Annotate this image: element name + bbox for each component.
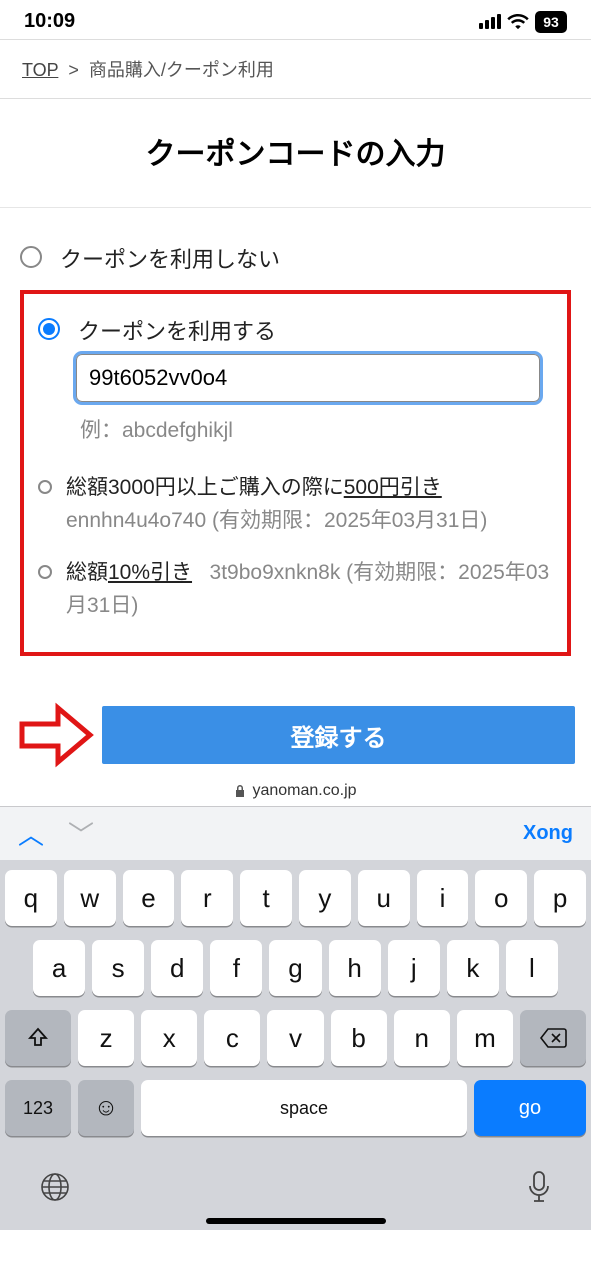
home-indicator[interactable] xyxy=(206,1218,386,1224)
url-bar[interactable]: yanoman.co.jp xyxy=(0,776,591,806)
breadcrumb-top-link[interactable]: TOP xyxy=(22,60,58,80)
key-r[interactable]: r xyxy=(181,870,233,926)
submit-row: 登録する xyxy=(0,672,591,776)
breadcrumb-current: 商品購入/クーポン利用 xyxy=(89,60,274,80)
coupon-options: クーポンを利用しない クーポンを利用する 例：abcdefghikjl 総額30… xyxy=(0,208,591,672)
key-i[interactable]: i xyxy=(417,870,469,926)
radio-unchecked-icon[interactable] xyxy=(20,246,42,268)
next-field-button[interactable]: ﹀ xyxy=(68,815,94,852)
key-m[interactable]: m xyxy=(457,1010,513,1066)
key-x[interactable]: x xyxy=(141,1010,197,1066)
key-e[interactable]: e xyxy=(123,870,175,926)
submit-button[interactable]: 登録する xyxy=(102,706,575,764)
key-t[interactable]: t xyxy=(240,870,292,926)
coupon-choice-1[interactable]: 総額3000円以上ご購入の際に500円引き ennhn4u4o740 (有効期限… xyxy=(32,462,559,547)
key-v[interactable]: v xyxy=(267,1010,323,1066)
key-z[interactable]: z xyxy=(78,1010,134,1066)
key-p[interactable]: p xyxy=(534,870,586,926)
key-q[interactable]: q xyxy=(5,870,57,926)
radio-small-icon[interactable] xyxy=(38,480,52,494)
key-f[interactable]: f xyxy=(210,940,262,996)
mic-key[interactable] xyxy=(526,1170,552,1204)
key-a[interactable]: a xyxy=(33,940,85,996)
numbers-key[interactable]: 123 xyxy=(5,1080,71,1136)
highlighted-coupon-section: クーポンを利用する 例：abcdefghikjl 総額3000円以上ご購入の際に… xyxy=(20,290,571,656)
lock-icon xyxy=(234,784,246,798)
key-k[interactable]: k xyxy=(447,940,499,996)
key-d[interactable]: d xyxy=(151,940,203,996)
key-h[interactable]: h xyxy=(329,940,381,996)
go-key[interactable]: go xyxy=(474,1080,586,1136)
key-y[interactable]: y xyxy=(299,870,351,926)
key-u[interactable]: u xyxy=(358,870,410,926)
radio-small-icon[interactable] xyxy=(38,565,52,579)
breadcrumb: TOP > 商品購入/クーポン利用 xyxy=(0,39,591,99)
coupon-code-input[interactable] xyxy=(76,354,540,402)
radio-checked-icon[interactable] xyxy=(38,318,60,340)
key-w[interactable]: w xyxy=(64,870,116,926)
key-g[interactable]: g xyxy=(269,940,321,996)
page-title: クーポンコードの入力 xyxy=(0,99,591,208)
keyboard-accessory: ︿ ﹀ Xong xyxy=(0,806,591,860)
prev-field-button[interactable]: ︿ xyxy=(18,815,44,852)
coupon-choice-2[interactable]: 総額10%引き 3t9bo9xnkn8k (有効期限：2025年03月31日) xyxy=(32,547,559,632)
key-o[interactable]: o xyxy=(475,870,527,926)
status-bar: 10:09 93 xyxy=(0,0,591,39)
signal-icon xyxy=(479,14,501,29)
space-key[interactable]: space xyxy=(141,1080,467,1136)
battery-icon: 93 xyxy=(535,11,567,33)
key-c[interactable]: c xyxy=(204,1010,260,1066)
keyboard-done-button[interactable]: Xong xyxy=(523,822,573,845)
key-n[interactable]: n xyxy=(394,1010,450,1066)
clock: 10:09 xyxy=(24,10,75,33)
keyboard: qwertyuiop asdfghjkl zxcvbnm 123 ☺ space… xyxy=(0,860,591,1230)
key-b[interactable]: b xyxy=(331,1010,387,1066)
key-s[interactable]: s xyxy=(92,940,144,996)
arrow-right-icon xyxy=(16,702,94,768)
option-no-coupon[interactable]: クーポンを利用しない xyxy=(14,234,577,282)
wifi-icon xyxy=(507,14,529,30)
status-right: 93 xyxy=(479,11,567,33)
backspace-key[interactable] xyxy=(520,1010,586,1066)
shift-key[interactable] xyxy=(5,1010,71,1066)
key-l[interactable]: l xyxy=(506,940,558,996)
option-use-coupon[interactable]: クーポンを利用する xyxy=(32,306,559,354)
globe-key[interactable] xyxy=(39,1171,71,1203)
emoji-key[interactable]: ☺ xyxy=(78,1080,134,1136)
coupon-code-example: 例：abcdefghikjl xyxy=(80,414,559,444)
key-j[interactable]: j xyxy=(388,940,440,996)
